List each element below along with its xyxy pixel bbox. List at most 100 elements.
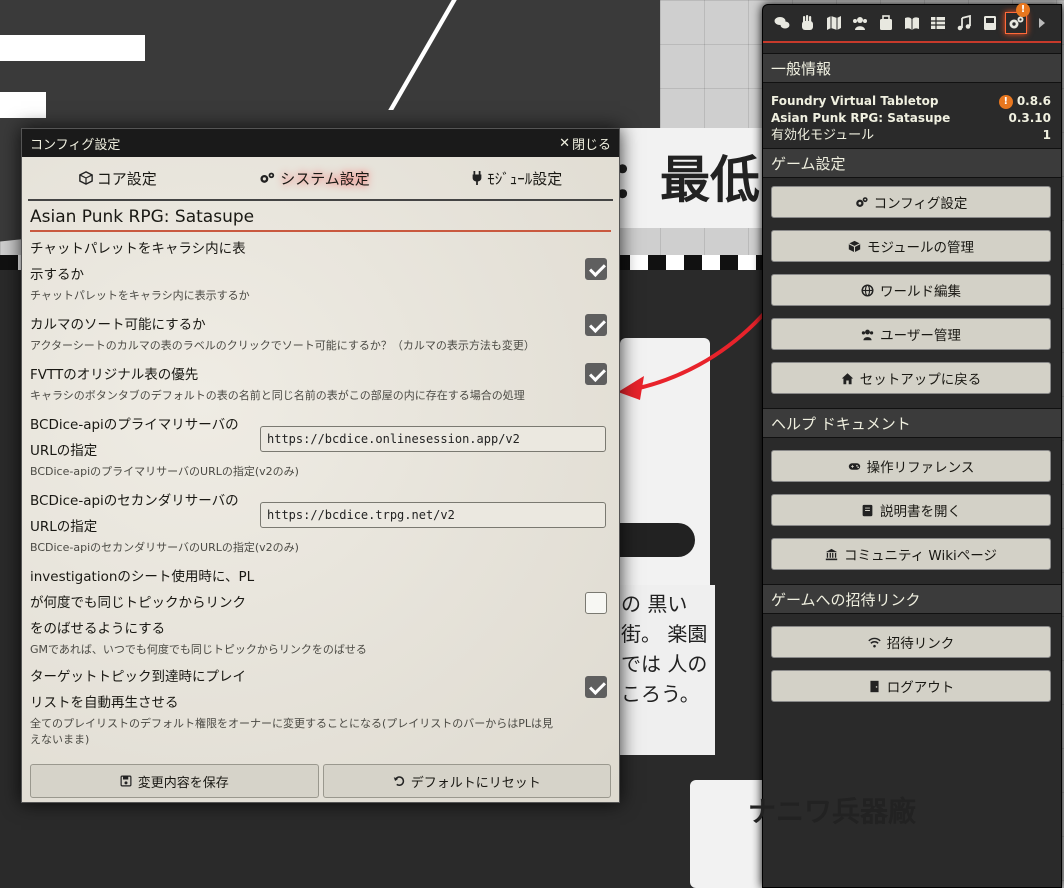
setting-chat-palette: チャットパレットをキャラシ内に表 示するか チャットパレットをキャラシ内に表示す… (22, 236, 619, 304)
tab-actors[interactable] (849, 12, 871, 34)
info-value: 0.8.6 (1016, 94, 1051, 108)
manage-users-button[interactable]: ユーザー管理 (771, 318, 1051, 350)
music-icon (957, 15, 971, 31)
save-changes-button[interactable]: 変更内容を保存 (30, 764, 319, 798)
controls-reference-button[interactable]: 操作リファレンス (771, 450, 1051, 482)
caret-right-icon (1039, 18, 1045, 28)
tab-items[interactable] (875, 12, 897, 34)
journal-icon (905, 17, 919, 30)
setting-investigation-link: investigationのシート使用時に、PL が何度でも同じトピックからリン… (22, 564, 619, 658)
setting-label: ターゲットトピック到達時にプレイ (30, 669, 246, 685)
tab-playlists[interactable] (953, 12, 975, 34)
setting-karma-sort: カルマのソート可能にするか アクターシートのカルマの表のラベルのクリックでソート… (22, 312, 619, 354)
bcdice-secondary-url-input[interactable] (260, 502, 606, 528)
chat-icon (774, 17, 790, 29)
dice-hand-icon (802, 15, 813, 30)
button-label: コンフィグ設定 (873, 196, 968, 212)
button-label: コミュニティ Wikiページ (843, 548, 998, 564)
undo-icon (393, 776, 404, 786)
setting-bcdice-secondary: BCDice-apiのセカンダリサーバの URLの指定 BCDice-apiのセ… (22, 488, 619, 556)
map-bottom-label: ナニワ兵器廠 (748, 795, 917, 828)
setting-checkbox[interactable] (585, 314, 607, 336)
map-sketch-text: の 黒い街。 楽園では 人の ころう。 (615, 585, 715, 755)
button-label: 招待リンク (886, 636, 955, 652)
wifi-icon (868, 637, 881, 647)
edit-world-button[interactable]: ワールド編集 (771, 274, 1051, 306)
configure-settings-button[interactable]: コンフィグ設定 (771, 186, 1051, 218)
setting-hint: チャットパレットをキャラシ内に表示するか (30, 289, 250, 302)
setting-label: が何度でも同じトピックからリンク (30, 595, 246, 611)
gears-icon (855, 196, 868, 207)
setting-hint: BCDice-apiのセカンダリサーバのURLの指定(v2のみ) (30, 541, 299, 554)
info-name: Asian Punk RPG: Satasupe (771, 111, 951, 125)
tab-compendium[interactable] (979, 12, 1001, 34)
sidebar: ! 一般情報 Foundry Virtual Tabletop ! 0.8.6 … (762, 3, 1062, 888)
warning-icon[interactable]: ! (998, 94, 1013, 109)
cube-icon (848, 240, 861, 252)
setting-label: 示するか (30, 267, 84, 283)
setting-playlist-autoplay: ターゲットトピック到達時にプレイ リストを自動再生させる 全てのプレイリストのデ… (22, 664, 619, 748)
tab-combat[interactable] (797, 12, 819, 34)
collapse-sidebar-button[interactable] (1031, 12, 1053, 34)
button-label: セットアップに戻る (859, 372, 982, 388)
plug-icon (472, 171, 482, 185)
tab-scenes[interactable] (823, 12, 845, 34)
tab-core-settings[interactable]: コア設定 (71, 164, 165, 193)
info-row-system: Asian Punk RPG: Satasupe 0.3.10 (763, 110, 1061, 127)
map-graphic (0, 92, 46, 118)
info-name: Foundry Virtual Tabletop (771, 94, 939, 108)
map-graphic (0, 35, 145, 61)
tab-tables[interactable] (927, 12, 949, 34)
community-wiki-button[interactable]: コミュニティ Wikiページ (771, 538, 1051, 570)
save-label: 変更内容を保存 (137, 775, 229, 791)
sidebar-tabs: ! (763, 3, 1061, 43)
tab-chat[interactable] (771, 12, 793, 34)
setting-checkbox[interactable] (585, 258, 607, 280)
tab-journal[interactable] (901, 12, 923, 34)
settings-icon (1009, 16, 1024, 29)
reset-label: デフォルトにリセット (410, 775, 541, 791)
info-row-foundry: Foundry Virtual Tabletop ! 0.8.6 (763, 93, 1061, 110)
setting-hint: えないまま) (30, 733, 90, 746)
info-value: 0.3.10 (1008, 111, 1051, 125)
table-icon (931, 17, 945, 29)
window-header[interactable]: コンフィグ設定 ✕ 閉じる (22, 129, 619, 157)
setting-label: investigationのシート使用時に、PL (30, 569, 255, 585)
tab-label: システム設定 (280, 169, 370, 188)
info-value: 1 (1042, 128, 1051, 142)
button-label: ワールド編集 (880, 284, 961, 300)
system-title: Asian Punk RPG: Satasupe (30, 207, 611, 232)
window-title: コンフィグ設定 (30, 137, 121, 153)
reset-defaults-button[interactable]: デフォルトにリセット (322, 764, 611, 798)
open-manual-button[interactable]: 説明書を開く (771, 494, 1051, 526)
setting-checkbox[interactable] (585, 363, 607, 385)
button-label: ログアウト (886, 680, 955, 696)
close-button[interactable]: ✕ 閉じる (559, 134, 611, 153)
users-icon (861, 329, 874, 340)
door-icon (870, 680, 879, 692)
book-icon (862, 504, 873, 516)
tab-label: ﾓｼﾞｭｰﾙ設定 (487, 169, 563, 188)
setting-checkbox[interactable] (585, 676, 607, 698)
bcdice-primary-url-input[interactable] (260, 426, 606, 452)
logout-button[interactable]: ログアウト (771, 670, 1051, 702)
setting-label: チャットパレットをキャラシ内に表 (30, 241, 246, 257)
config-window: コンフィグ設定 ✕ 閉じる コア設定 システム設定 ﾓｼﾞｭｰﾙ設定 Asian… (21, 128, 620, 803)
setting-checkbox[interactable] (585, 592, 607, 614)
return-to-setup-button[interactable]: セットアップに戻る (771, 362, 1051, 394)
invitation-links-button[interactable]: 招待リンク (771, 626, 1051, 658)
gamepad-icon (848, 462, 860, 470)
globe-icon (861, 283, 874, 297)
info-row-modules: 有効化モジュール 1 (763, 127, 1061, 144)
setting-fvtt-table-priority: FVTTのオリジナル表の優先 キャラシのボタンタブのデフォルトの表の名前と同じ名… (22, 362, 619, 404)
setting-bcdice-primary: BCDice-apiのプライマリサーバの URLの指定 BCDice-apiのプ… (22, 412, 619, 480)
inventory-icon (880, 15, 892, 30)
manage-modules-button[interactable]: モジュールの管理 (771, 230, 1051, 262)
tab-settings[interactable]: ! (1005, 3, 1030, 34)
button-label: 操作リファレンス (866, 460, 975, 476)
setting-label: リストを自動再生させる (30, 695, 179, 711)
tab-label: コア設定 (96, 169, 157, 188)
tab-system-settings[interactable]: システム設定 (250, 164, 378, 193)
tab-module-settings[interactable]: ﾓｼﾞｭｰﾙ設定 (463, 164, 570, 193)
close-icon: ✕ (559, 135, 570, 151)
